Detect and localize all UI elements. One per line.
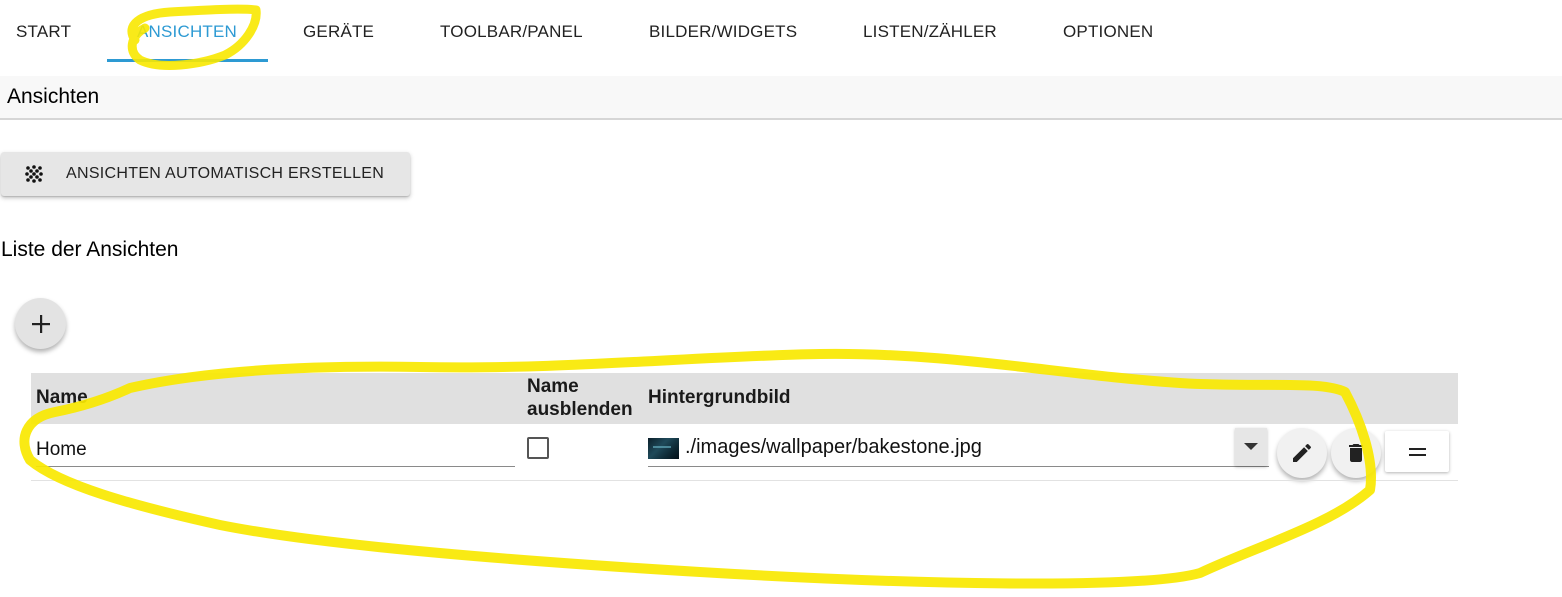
tab-bar: START ANSICHTEN GERÄTE TOOLBAR/PANEL BIL… bbox=[0, 0, 1562, 62]
table-row-divider bbox=[31, 480, 1458, 481]
tab-optionen[interactable]: OPTIONEN bbox=[1063, 0, 1153, 62]
trash-icon bbox=[1349, 444, 1363, 462]
auto-create-views-label: ANSICHTEN AUTOMATISCH ERSTELLEN bbox=[66, 165, 385, 182]
view-name-input[interactable] bbox=[36, 433, 515, 467]
column-header-name: Name bbox=[36, 387, 88, 408]
dots-grid-icon bbox=[25, 165, 43, 183]
hide-name-checkbox[interactable] bbox=[527, 437, 549, 459]
background-thumbnail bbox=[648, 438, 679, 459]
background-dropdown-button[interactable] bbox=[1235, 428, 1267, 466]
views-table-header: Name Name ausblenden Hintergrundbild bbox=[31, 373, 1458, 424]
tab-start[interactable]: START bbox=[16, 0, 71, 62]
column-header-hide-name-line1: Name bbox=[527, 376, 579, 397]
add-view-button[interactable] bbox=[15, 298, 66, 349]
drag-handle-icon bbox=[1409, 448, 1426, 450]
delete-view-button[interactable] bbox=[1331, 428, 1381, 478]
drag-handle-button[interactable] bbox=[1385, 431, 1449, 472]
auto-create-views-button[interactable]: ANSICHTEN AUTOMATISCH ERSTELLEN bbox=[1, 152, 410, 196]
column-header-hide-name-line2: ausblenden bbox=[527, 399, 633, 420]
active-tab-indicator bbox=[107, 59, 268, 62]
plus-icon bbox=[32, 315, 50, 333]
background-image-path: ./images/wallpaper/bakestone.jpg bbox=[685, 436, 982, 458]
tab-toolbar-panel[interactable]: TOOLBAR/PANEL bbox=[440, 0, 583, 62]
tab-listen-zaehler[interactable]: LISTEN/ZÄHLER bbox=[863, 0, 997, 62]
section-header: Ansichten bbox=[0, 76, 1562, 120]
tab-ansichten[interactable]: ANSICHTEN bbox=[137, 0, 237, 62]
background-image-select[interactable]: ./images/wallpaper/bakestone.jpg bbox=[648, 428, 1269, 467]
pencil-icon bbox=[1293, 443, 1311, 462]
views-list-title: Liste der Ansichten bbox=[1, 238, 179, 261]
tab-bilder-widgets[interactable]: BILDER/WIDGETS bbox=[649, 0, 797, 62]
drag-handle-icon-line bbox=[1409, 454, 1426, 456]
edit-view-button[interactable] bbox=[1277, 428, 1327, 478]
section-title: Ansichten bbox=[7, 85, 100, 108]
column-header-background: Hintergrundbild bbox=[648, 387, 791, 408]
tab-geraete[interactable]: GERÄTE bbox=[303, 0, 374, 62]
